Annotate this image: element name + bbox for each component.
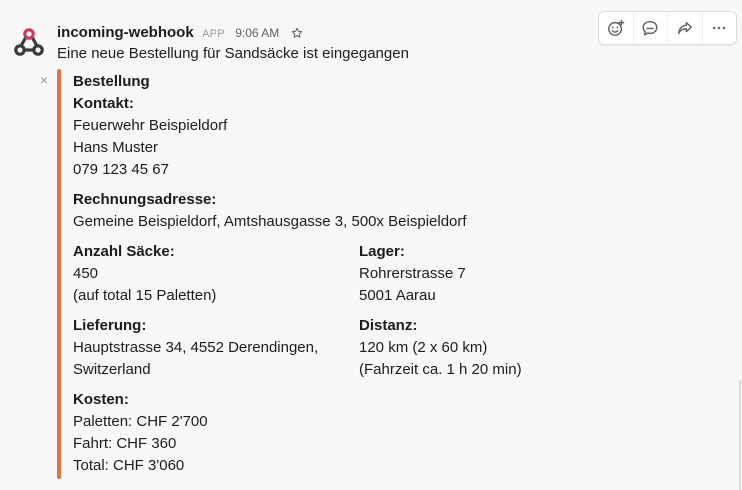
more-actions-icon <box>713 26 726 30</box>
add-reaction-button[interactable] <box>599 12 634 44</box>
message-header: incoming-webhook APP 9:06 AM <box>57 24 303 42</box>
lieferung-line: Switzerland <box>73 361 151 378</box>
add-reaction-icon <box>607 19 625 36</box>
lager-line: Rohrerstrasse 7 <box>359 265 466 282</box>
kosten-line: Total: CHF 3'060 <box>73 457 185 474</box>
field-title-rechnung: Rechnungsadresse: <box>73 191 217 208</box>
reply-thread-icon <box>642 20 658 36</box>
field-anzahl: Anzahl Säcke: 450 (auf total 15 Paletten… <box>73 241 216 307</box>
field-rechnung: Rechnungsadresse: Gemeine Beispieldorf, … <box>73 189 467 233</box>
field-distanz: Distanz: 120 km (2 x 60 km) (Fahrzeit ca… <box>359 315 522 381</box>
share-message-button[interactable] <box>668 12 703 44</box>
scrollbar-track[interactable] <box>739 380 741 490</box>
attachment-title: Bestellung <box>73 73 150 90</box>
field-title-kosten: Kosten: <box>73 391 129 408</box>
star-icon[interactable] <box>291 27 303 39</box>
field-title-lager: Lager: <box>359 243 405 260</box>
field-value-rechnung: Gemeine Beispieldorf, Amtshausgasse 3, 5… <box>73 213 467 230</box>
message-timestamp[interactable]: 9:06 AM <box>235 26 279 40</box>
more-actions-button[interactable] <box>703 12 737 44</box>
anzahl-line: (auf total 15 Paletten) <box>73 287 217 304</box>
webhook-avatar-icon[interactable] <box>12 25 46 59</box>
kontakt-line: 079 123 45 67 <box>73 161 169 178</box>
lager-line: 5001 Aarau <box>359 287 436 304</box>
field-title-distanz: Distanz: <box>359 317 418 334</box>
field-title-lieferung: Lieferung: <box>73 317 147 334</box>
reply-thread-button[interactable] <box>634 12 668 44</box>
distanz-line: 120 km (2 x 60 km) <box>359 339 488 356</box>
field-title-kontakt: Kontakt: <box>73 95 134 112</box>
field-title-anzahl: Anzahl Säcke: <box>73 243 175 260</box>
share-icon <box>677 21 692 35</box>
kontakt-line: Feuerwehr Beispieldorf <box>73 117 228 134</box>
sender-name[interactable]: incoming-webhook <box>57 24 194 41</box>
dismiss-attachment-button[interactable]: × <box>40 73 48 87</box>
message-actions-toolbar <box>598 11 737 45</box>
anzahl-line: 450 <box>73 265 99 282</box>
attachment-title-block: Bestellung Kontakt: Feuerwehr Beispieldo… <box>73 71 227 181</box>
message-text: Eine neue Bestellung für Sandsäcke ist e… <box>57 45 409 62</box>
kontakt-line: Hans Muster <box>73 139 159 156</box>
field-kosten: Kosten: Paletten: CHF 2'700 Fahrt: CHF 3… <box>73 389 208 477</box>
kosten-line: Paletten: CHF 2'700 <box>73 413 208 430</box>
app-badge: APP <box>202 28 225 40</box>
kosten-line: Fahrt: CHF 360 <box>73 435 177 452</box>
message-item[interactable]: incoming-webhook APP 9:06 AM Eine neue B… <box>0 11 742 490</box>
attachment-color-bar <box>57 69 61 479</box>
distanz-line: (Fahrzeit ca. 1 h 20 min) <box>359 361 522 378</box>
field-lager: Lager: Rohrerstrasse 7 5001 Aarau <box>359 241 466 307</box>
lieferung-line: Hauptstrasse 34, 4552 Derendingen, <box>73 339 319 356</box>
field-lieferung: Lieferung: Hauptstrasse 34, 4552 Derendi… <box>73 315 318 381</box>
